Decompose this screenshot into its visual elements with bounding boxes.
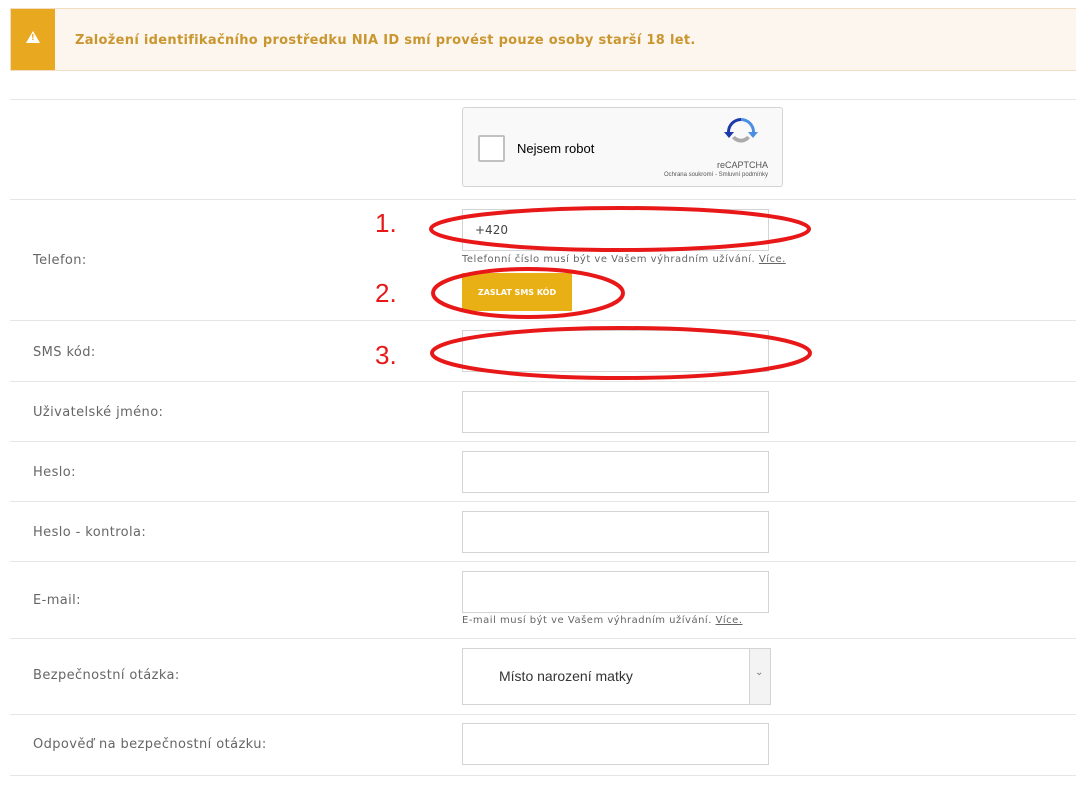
- password-check-input[interactable]: [462, 511, 769, 553]
- row-divider: [10, 99, 1076, 100]
- password-check-label: Heslo - kontrola:: [33, 525, 147, 540]
- security-answer-label: Odpověď na bezpečnostní otázku:: [33, 737, 267, 752]
- warning-icon: [26, 31, 40, 43]
- username-input[interactable]: [462, 391, 769, 433]
- recaptcha-brand: reCAPTCHA: [716, 160, 768, 170]
- phone-more-link[interactable]: Více.: [759, 254, 786, 265]
- security-question-label: Bezpečnostní otázka:: [33, 668, 180, 683]
- select-arrow[interactable]: ⌄: [749, 649, 770, 704]
- sms-code-label: SMS kód:: [33, 345, 96, 360]
- sms-code-input[interactable]: [462, 330, 769, 372]
- security-answer-input[interactable]: [462, 723, 769, 765]
- annotation-number-3: 3.: [375, 340, 397, 370]
- alert-icon-box: [11, 9, 55, 70]
- row-divider: [10, 638, 1076, 639]
- row-divider: [10, 714, 1076, 715]
- recaptcha-logo-icon: [724, 118, 758, 143]
- email-more-link[interactable]: Více.: [716, 615, 743, 626]
- email-hint: E-mail musí být ve Vašem výhradním užívá…: [462, 615, 743, 626]
- password-label: Heslo:: [33, 465, 76, 480]
- row-divider: [10, 320, 1076, 321]
- recaptcha-widget: Nejsem robot reCAPTCHA Ochrana soukromí …: [462, 107, 783, 187]
- email-label: E-mail:: [33, 593, 81, 608]
- phone-hint-text: Telefonní číslo musí být ve Vašem výhrad…: [462, 254, 756, 265]
- row-divider: [10, 381, 1076, 382]
- username-label: Uživatelské jméno:: [33, 405, 164, 420]
- security-question-select[interactable]: Místo narození matky ⌄: [462, 648, 771, 705]
- row-divider: [10, 561, 1076, 562]
- row-divider: [10, 775, 1076, 776]
- phone-label: Telefon:: [33, 253, 87, 268]
- security-question-value: Místo narození matky: [499, 668, 633, 684]
- row-divider: [10, 441, 1076, 442]
- recaptcha-links[interactable]: Ochrana soukromí - Smluvní podmínky: [664, 172, 768, 178]
- send-sms-code-button[interactable]: ZASLAT SMS KÓD: [462, 273, 572, 311]
- alert-text: Založení identifikačního prostředku NIA …: [75, 33, 696, 48]
- phone-hint: Telefonní číslo musí být ve Vašem výhrad…: [462, 254, 786, 265]
- row-divider: [10, 501, 1076, 502]
- recaptcha-checkbox[interactable]: [478, 135, 505, 162]
- password-input[interactable]: [462, 451, 769, 493]
- chevron-down-icon: ⌄: [755, 667, 764, 678]
- phone-input[interactable]: [462, 209, 769, 251]
- email-hint-text: E-mail musí být ve Vašem výhradním užívá…: [462, 615, 712, 626]
- annotation-number-1: 1.: [375, 208, 397, 238]
- recaptcha-label: Nejsem robot: [517, 141, 595, 156]
- email-input[interactable]: [462, 571, 769, 613]
- age-warning-alert: Založení identifikačního prostředku NIA …: [10, 8, 1076, 71]
- row-divider: [10, 199, 1076, 200]
- annotation-number-2: 2.: [375, 278, 397, 308]
